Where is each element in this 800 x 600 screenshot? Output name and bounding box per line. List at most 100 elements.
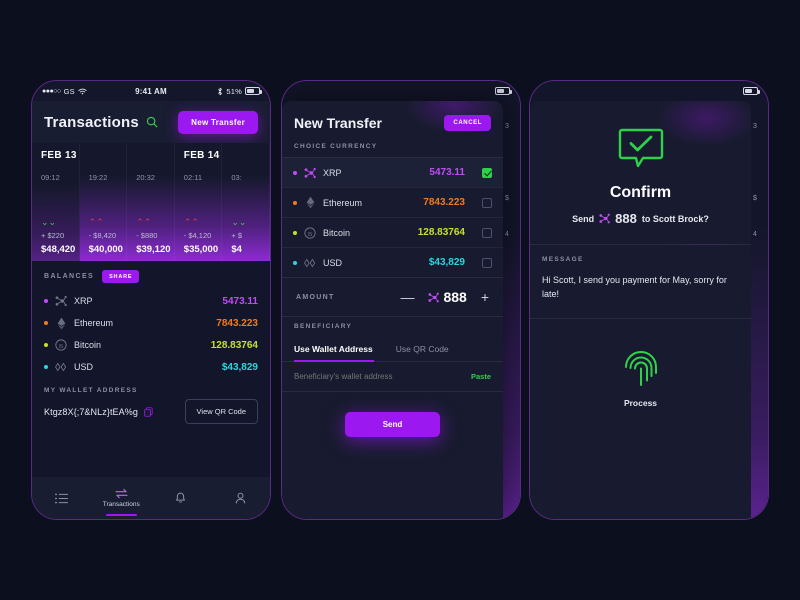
tab-use-qr-code[interactable]: Use QR Code [396, 337, 458, 361]
transaction-bar[interactable]: 19:22 ⌃⌃ - $8,420 $40,000 [79, 143, 128, 261]
transaction-direction-icon: ⌃⌃ [88, 217, 104, 227]
transaction-delta: + $220 [41, 231, 65, 240]
currency-row[interactable]: USD $43,829 [282, 247, 503, 277]
new-transfer-button[interactable]: New Transfer [178, 110, 258, 134]
currency-checkbox[interactable] [482, 197, 492, 208]
coin-value: $43,829 [221, 361, 258, 373]
search-icon[interactable] [146, 116, 158, 128]
xrp-icon [55, 295, 67, 307]
transaction-bar[interactable]: FEB 13 09:12 ⌄⌄ + $220 $48,420 [32, 143, 80, 261]
confirm-recipient: to Scott Brock? [641, 213, 709, 224]
transaction-bar[interactable]: FEB 14 02:11 ⌃⌃ - $4,120 $35,000 [174, 143, 223, 261]
paste-button[interactable]: Paste [471, 372, 491, 381]
usd-icon [55, 362, 67, 372]
transaction-delta: - $8,420 [88, 231, 117, 240]
transfer-icon [115, 488, 128, 499]
balance-row[interactable]: USD $43,829 [44, 356, 258, 378]
transaction-direction-icon: ⌃⌃ [136, 217, 152, 227]
transaction-delta: - $880 [136, 231, 158, 240]
send-button-wrap: Send [282, 392, 503, 437]
process-pane[interactable]: Process [530, 319, 751, 408]
transactions-header: Transactions New Transfer [32, 101, 270, 143]
tab-transactions[interactable]: Transactions [92, 477, 152, 519]
transaction-time: 19:22 [88, 173, 108, 182]
transaction-day [136, 150, 174, 163]
choice-currency-label: CHOICE CURRENCY [294, 143, 378, 150]
amount-decrement-button[interactable]: — [400, 290, 414, 304]
person-icon [235, 492, 245, 504]
transaction-bar[interactable]: 03: ⌄⌄ + $ $4 [222, 143, 270, 261]
beneficiary-address-input[interactable] [294, 372, 471, 381]
coin-color-pip [44, 321, 48, 325]
tab-use-wallet-address[interactable]: Use Wallet Address [294, 337, 382, 362]
amount-increment-button[interactable]: + [481, 290, 489, 304]
status-bar: ●●●○○ GS 9:41 AM 51% [32, 81, 270, 101]
peek-value: $ [505, 195, 509, 202]
wallet-address-label: MY WALLET ADDRESS [44, 387, 138, 394]
send-button[interactable]: Send [344, 412, 441, 437]
beneficiary-tabs: Use Wallet Address Use QR Code [282, 337, 503, 362]
transaction-bar[interactable]: 20:32 ⌃⌃ - $880 $39,120 [127, 143, 175, 261]
coin-icon [304, 167, 316, 179]
new-transfer-sheet: New Transfer CANCEL CHOICE CURRENCY XRP 5… [282, 101, 503, 519]
peek-value [751, 159, 768, 195]
phone-transactions: ●●●○○ GS 9:41 AM 51% Transactions New Tr… [31, 80, 271, 520]
currency-value: $43,829 [428, 257, 465, 268]
check-bubble-icon [618, 128, 663, 168]
coin-icon [55, 295, 67, 307]
currency-checkbox[interactable] [482, 227, 492, 238]
view-qr-code-button[interactable]: View QR Code [184, 399, 258, 424]
coin-value: 128.83764 [210, 339, 258, 351]
currency-value: 7843.223 [423, 197, 465, 208]
tab-list[interactable] [32, 477, 92, 519]
currency-row[interactable]: Ethereum 7843.223 [282, 187, 503, 217]
sheet-title: New Transfer [294, 115, 382, 131]
transaction-time: 02:11 [183, 173, 202, 182]
coin-color-pip [44, 299, 48, 303]
coin-color-pip [293, 230, 297, 235]
transaction-total: $4 [231, 244, 242, 255]
process-label: Process [623, 397, 658, 408]
tab-profile[interactable] [211, 477, 271, 519]
xrp-icon [428, 292, 440, 302]
amount-row: AMOUNT — 888 + [282, 277, 503, 317]
coin-icon [304, 196, 316, 209]
balance-row[interactable]: XRP 5473.11 [44, 290, 258, 312]
currency-checkbox[interactable] [482, 257, 492, 268]
currency-row[interactable]: XRP 5473.11 [282, 157, 503, 187]
transaction-time: 03: [231, 173, 242, 182]
amount-stepper: — 888 + [400, 289, 489, 305]
ethereum-icon [306, 196, 314, 209]
coin-name: Bitcoin [74, 340, 102, 350]
balances-label: BALANCES [44, 273, 95, 280]
coin-color-pip [293, 260, 297, 265]
coin-name: USD [74, 362, 94, 372]
peek-value: 3 [505, 123, 509, 130]
message-pane: MESSAGE Hi Scott, I send you payment for… [530, 245, 751, 319]
svg-text:B: B [308, 230, 312, 237]
status-right: 51% [167, 87, 262, 96]
balances-list: XRP 5473.11 Ethereum 7843.223 B Bitcoin 128.83… [44, 290, 258, 378]
transaction-day: FEB 13 [41, 150, 77, 161]
coin-icon [55, 317, 67, 330]
currency-checkbox[interactable] [482, 167, 492, 178]
beneficiary-label: BENEFICIARY [294, 323, 353, 330]
confirm-send-word: Send [572, 213, 595, 224]
signal-dots-icon: ●●●○○ [42, 87, 61, 95]
confirm-amount: 888 [615, 211, 637, 226]
share-button[interactable]: SHARE [102, 270, 140, 283]
page-title: Transactions [44, 113, 139, 131]
balance-row[interactable]: Ethereum 7843.223 [44, 312, 258, 334]
status-time: 9:41 AM [135, 86, 167, 96]
coin-value: 7843.223 [216, 317, 258, 329]
currency-name: Ethereum [323, 197, 363, 208]
fingerprint-icon [624, 350, 657, 386]
svg-text:B: B [59, 343, 63, 350]
tab-notifications[interactable] [151, 477, 211, 519]
message-label: MESSAGE [542, 256, 584, 263]
cancel-button[interactable]: CANCEL [444, 115, 491, 131]
currency-row[interactable]: B Bitcoin 128.83764 [282, 217, 503, 247]
transaction-direction-icon: ⌄⌄ [231, 217, 247, 227]
copy-icon[interactable] [144, 406, 153, 417]
balance-row[interactable]: B Bitcoin 128.83764 [44, 334, 258, 356]
